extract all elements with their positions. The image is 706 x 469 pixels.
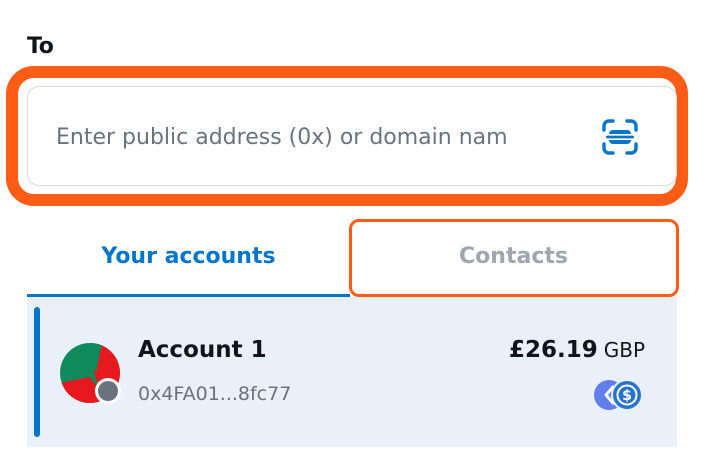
usdc-token-icon: $	[611, 379, 643, 411]
account-address: 0x4FA01...8fc77	[138, 383, 292, 405]
account-list-item[interactable]: Account 1 0x4FA01...8fc77 £26.19 GBP $	[27, 297, 677, 447]
tab-your-accounts[interactable]: Your accounts	[27, 218, 350, 294]
tab-contacts[interactable]: Contacts	[350, 218, 677, 294]
balance-amount: £26.19	[508, 337, 598, 363]
svg-text:$: $	[622, 388, 632, 404]
balance-currency: GBP	[603, 338, 645, 362]
selected-indicator	[34, 307, 40, 437]
account-name: Account 1	[138, 337, 267, 363]
account-avatar	[60, 343, 121, 404]
account-balance: £26.19 GBP	[509, 337, 645, 363]
recipient-tabs: Your accounts Contacts	[27, 218, 677, 298]
token-icons: $	[593, 379, 645, 411]
recipient-address-input[interactable]	[56, 115, 596, 159]
send-to-panel: To Your accounts Contacts	[0, 0, 706, 469]
qr-scan-icon[interactable]	[599, 116, 641, 158]
to-label: To	[27, 34, 54, 59]
recipient-input-container[interactable]	[27, 86, 677, 186]
